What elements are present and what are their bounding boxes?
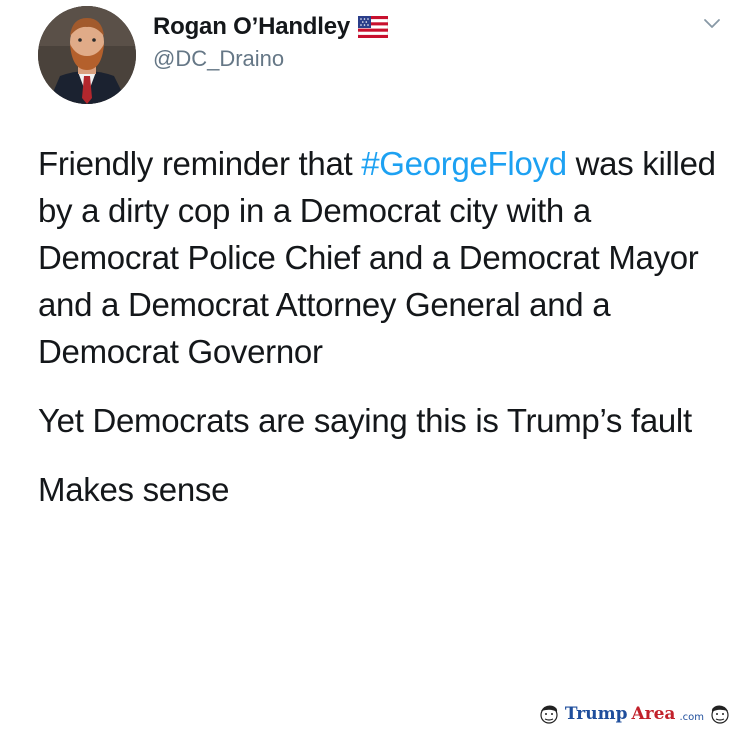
watermark-text: .com	[679, 711, 704, 723]
tweet-text: Friendly reminder that #GeorgeFloyd was …	[38, 140, 728, 535]
cartoon-face-icon	[540, 705, 558, 724]
us-flag-icon	[357, 15, 389, 39]
cartoon-face-icon	[711, 705, 729, 724]
watermark-text: Area	[631, 704, 676, 724]
watermark-text: Trump	[564, 704, 628, 724]
tweet-paragraph: Makes sense	[38, 471, 230, 508]
hashtag-link[interactable]: #GeorgeFloyd	[361, 145, 567, 182]
tweet-text-segment: Friendly reminder that	[38, 145, 362, 182]
tweet-paragraph: Yet Democrats are saying this is Trump’s…	[38, 402, 692, 439]
author-name-row: Rogan O’Handley	[153, 10, 389, 44]
avatar[interactable]	[38, 6, 136, 104]
profile-photo-icon	[38, 6, 136, 104]
tweet-card: Rogan O’Handley @DC_Draino Friendly remi…	[0, 0, 740, 733]
chevron-down-icon[interactable]	[700, 12, 724, 36]
watermark: Trump Area .com	[537, 701, 732, 727]
tweet-paragraph: Friendly reminder that #GeorgeFloyd was …	[38, 140, 728, 375]
display-name[interactable]: Rogan O’Handley	[153, 13, 350, 41]
handle[interactable]: @DC_Draino	[153, 46, 284, 72]
